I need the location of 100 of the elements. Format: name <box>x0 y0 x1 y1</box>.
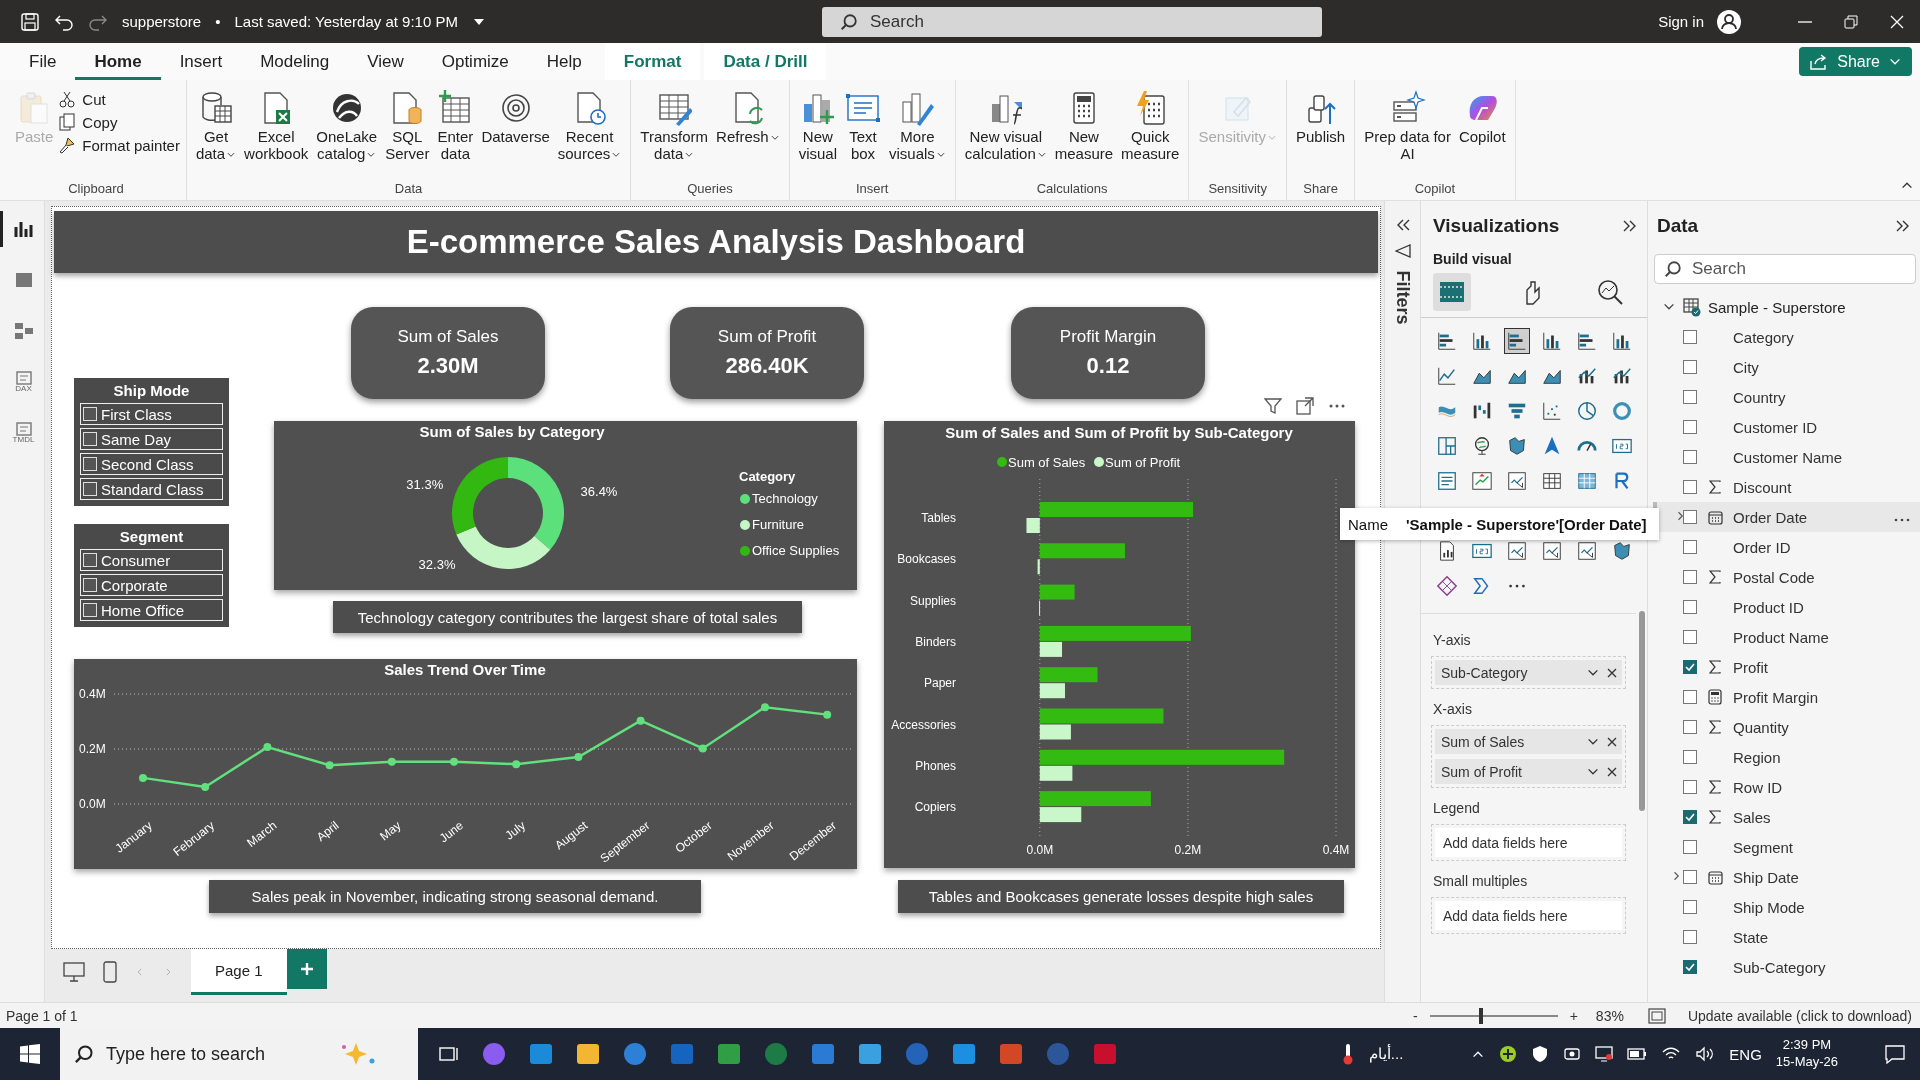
slicer-item[interactable]: Consumer <box>80 549 223 571</box>
search-field[interactable]: Search <box>822 6 1322 37</box>
group-label: Queries <box>686 181 734 198</box>
zoom-out-button[interactable]: - <box>1413 1007 1418 1024</box>
well-label: Y-axis <box>1432 631 1472 650</box>
ribbon-button[interactable]: Copy <box>58 113 180 131</box>
axis-label: July <box>502 818 529 843</box>
ribbon-button[interactable]: Quick measure <box>1118 90 1183 163</box>
slicer-item[interactable]: Second Class <box>80 453 223 475</box>
ribbon-button[interactable]: Format painter <box>58 136 180 154</box>
ribbon-button[interactable]: Publish <box>1293 90 1349 146</box>
field-item[interactable]: Customer ID <box>1653 412 1920 442</box>
axis-label: Tables <box>921 511 956 525</box>
field-item[interactable]: Quantity <box>1653 712 1920 742</box>
group-label: Clipboard <box>67 181 125 198</box>
field-item[interactable]: Row ID <box>1653 772 1920 802</box>
page-count: Page 1 of 1 <box>6 1007 78 1024</box>
legend-label: Furniture <box>752 517 805 532</box>
ribbon-button[interactable]: New visual calculation <box>961 90 1050 163</box>
field-item[interactable]: Order Date <box>1653 502 1920 532</box>
data-label: 32.3% <box>418 557 456 573</box>
caption-text: Sales peak in November, indicating strong seasonal demand. <box>251 888 659 905</box>
search-field[interactable]: Search <box>1654 254 1916 284</box>
clock[interactable]: 2:39 PM 15-May-26 <box>1775 1037 1838 1071</box>
field-item[interactable]: Discount <box>1653 472 1920 502</box>
sign-in-link[interactable]: Sign in <box>1658 13 1704 30</box>
ribbon-button[interactable]: More visuals <box>886 90 949 163</box>
field-item[interactable]: Customer Name <box>1653 442 1920 472</box>
ribbon-button[interactable]: SQL Server <box>382 90 433 163</box>
field-item[interactable]: Order ID <box>1653 532 1920 562</box>
field-pill[interactable]: Sum of Profit <box>1435 759 1622 784</box>
field-item[interactable]: City <box>1653 352 1920 382</box>
slicer-item[interactable]: Same Day <box>80 428 223 450</box>
slicer-item[interactable]: Standard Class <box>80 478 223 500</box>
menu-tab[interactable]: Format <box>604 43 701 80</box>
ribbon-button[interactable]: Enter data <box>434 90 477 163</box>
dashboard-title: E-commerce Sales Analysis Dashboard <box>406 223 1026 261</box>
field-pill[interactable]: Sub-Category <box>1435 660 1622 685</box>
field-item[interactable]: Segment <box>1653 832 1920 862</box>
field-item[interactable]: Country <box>1653 382 1920 412</box>
menu-tab[interactable]: Optimize <box>422 43 528 80</box>
slicer-label: Corporate <box>101 576 168 594</box>
table-node[interactable]: Sample - Superstore <box>1648 292 1920 322</box>
update-link[interactable]: Update available (click to download) <box>1687 1007 1912 1024</box>
menu-tab[interactable]: Insert <box>160 43 242 80</box>
field-item[interactable]: Profit <box>1653 652 1920 682</box>
menu-tab[interactable]: Data / Drill <box>704 43 827 80</box>
ribbon-button[interactable]: New measure <box>1051 90 1117 163</box>
tooltip-value: 'Sample - Superstore'[Order Date] <box>1406 515 1647 533</box>
ribbon-button[interactable]: OneLake catalog <box>313 90 381 163</box>
tooltip-label: Name <box>1348 515 1388 533</box>
view-label: DAX <box>15 385 32 393</box>
field-pill[interactable]: Sum of Sales <box>1435 729 1622 754</box>
ribbon-button[interactable]: Transform data <box>637 90 712 163</box>
language-indicator[interactable]: ENG <box>1729 1045 1762 1063</box>
menu-tab[interactable]: View <box>348 43 423 80</box>
ribbon-button[interactable]: New visual <box>795 90 840 163</box>
share-button[interactable]: Share <box>1799 47 1912 76</box>
ribbon-button[interactable]: Get data <box>192 90 240 163</box>
ribbon-button[interactable]: Cut <box>58 90 180 108</box>
field-item[interactable]: Postal Code <box>1653 562 1920 592</box>
tmdl-view-tab[interactable]: TMDL <box>0 415 45 451</box>
page-tab[interactable]: Page 1 <box>191 949 287 995</box>
field-item[interactable]: Profit Margin <box>1653 682 1920 712</box>
menu-tab[interactable]: Modeling <box>241 43 349 80</box>
file-name: supperstore <box>122 13 202 30</box>
ribbon-button[interactable]: Dataverse <box>478 90 553 146</box>
ribbon-button[interactable]: Text box <box>842 90 884 163</box>
slicer-item[interactable]: Corporate <box>80 574 223 596</box>
field-item[interactable]: State <box>1653 922 1920 952</box>
ribbon-button[interactable]: Copilot <box>1455 90 1509 146</box>
well-label: X-axis <box>1432 700 1473 719</box>
filters-pane-label[interactable]: Filters <box>1392 270 1413 325</box>
zoom-in-button[interactable]: + <box>1569 1007 1578 1024</box>
data-label: 31.3% <box>406 477 444 493</box>
drop-zone[interactable]: Add data fields here <box>1435 828 1622 857</box>
slicer-item[interactable]: First Class <box>80 403 223 425</box>
slicer-item[interactable]: Home Office <box>80 599 223 621</box>
menu-tab[interactable]: Help <box>527 43 601 80</box>
ribbon-button[interactable]: Refresh <box>713 90 783 146</box>
ribbon-button[interactable]: Prep data for AI <box>1361 90 1454 163</box>
group-label: Calculations <box>1035 181 1109 198</box>
field-item[interactable]: Product Name <box>1653 622 1920 652</box>
ribbon-button[interactable]: Recent sources <box>554 90 625 163</box>
field-item[interactable]: Sub-Category <box>1653 952 1920 982</box>
kpi-label: Sum of Profit <box>717 327 817 347</box>
field-item[interactable]: Sales <box>1653 802 1920 832</box>
field-item[interactable]: Category <box>1653 322 1920 352</box>
field-item[interactable]: Region <box>1653 742 1920 772</box>
ribbon-button[interactable]: Excel workbook <box>241 90 312 163</box>
field-item[interactable]: Ship Mode <box>1653 892 1920 922</box>
menu-tab[interactable]: File <box>10 43 76 80</box>
slicer-title: Ship Mode <box>112 382 191 399</box>
dax-view-tab[interactable]: DAX <box>0 364 45 400</box>
group-label: Copilot <box>1413 181 1457 198</box>
field-item[interactable]: Ship Date <box>1653 862 1920 892</box>
axis-label: Paper <box>923 676 956 691</box>
drop-zone[interactable]: Add data fields here <box>1435 901 1622 930</box>
search-field[interactable]: Type here to search <box>60 1028 418 1080</box>
field-item[interactable]: Product ID <box>1653 592 1920 622</box>
